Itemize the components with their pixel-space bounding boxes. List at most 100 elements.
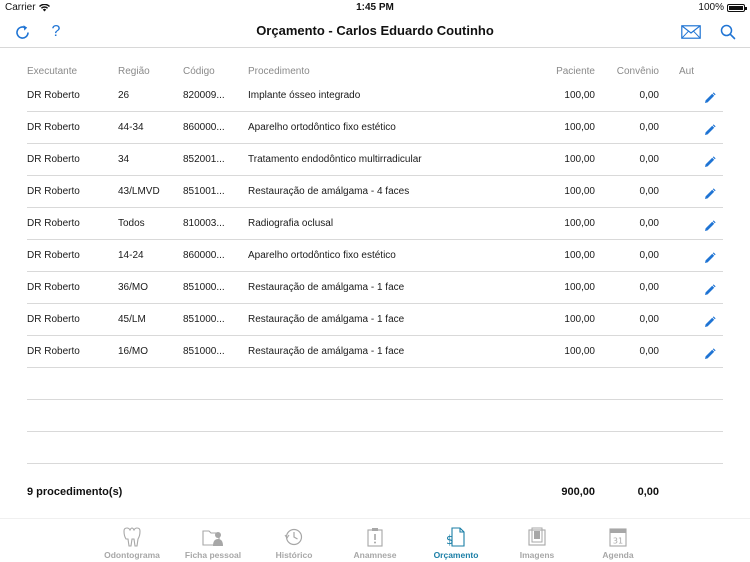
battery-fill: [729, 5, 743, 10]
pencil-icon: [705, 156, 716, 167]
tab-label: Ficha pessoal: [184, 550, 242, 560]
tab-anamnese[interactable]: Anamnese: [335, 519, 416, 562]
svg-text:$: $: [446, 533, 454, 547]
pencil-icon: [705, 124, 716, 135]
cell-executante: DR Roberto: [27, 154, 80, 165]
procedure-count: 9 procedimento(s): [27, 486, 123, 498]
tooth-icon: [123, 527, 141, 547]
email-button[interactable]: [680, 21, 702, 43]
tab-ficha-pessoal[interactable]: Ficha pessoal: [173, 519, 254, 562]
edit-button[interactable]: [704, 316, 716, 328]
cell-codigo: 851000...: [183, 282, 225, 293]
battery-icon: [727, 3, 747, 12]
tab-label: Imagens: [519, 550, 555, 560]
cell-executante: DR Roberto: [27, 122, 80, 133]
cell-convenio: 0,00: [639, 122, 659, 133]
cell-codigo: 810003...: [183, 218, 225, 229]
cell-paciente: 100,00: [564, 122, 595, 133]
cell-procedimento: Implante ósseo integrado: [248, 90, 361, 101]
cell-executante: DR Roberto: [27, 218, 80, 229]
cell-convenio: 0,00: [639, 218, 659, 229]
cell-convenio: 0,00: [639, 250, 659, 261]
cell-codigo: 860000...: [183, 250, 225, 261]
tab-label: Anamnese: [353, 550, 397, 560]
pencil-icon: [705, 188, 716, 199]
cell-executante: DR Roberto: [27, 314, 80, 325]
edit-button[interactable]: [704, 284, 716, 296]
calendar-day: 31: [613, 537, 623, 546]
cell-convenio: 0,00: [639, 346, 659, 357]
tab-label: Agenda: [602, 550, 634, 560]
header-codigo: Código: [183, 66, 215, 77]
table-row: DR Roberto 34 852001... Tratamento endodônt…: [27, 144, 723, 176]
clock: 1:45 PM: [356, 2, 394, 13]
battery-indicator: 100%: [698, 2, 747, 13]
envelope-icon: [681, 25, 701, 39]
edit-button[interactable]: [704, 252, 716, 264]
cell-codigo: 852001...: [183, 154, 225, 165]
cell-regiao: 44-34: [118, 122, 144, 133]
tab-agenda[interactable]: 31 Agenda: [578, 519, 659, 562]
cell-procedimento: Aparelho ortodôntico fixo estético: [248, 250, 396, 261]
cell-executante: DR Roberto: [27, 90, 80, 101]
edit-button[interactable]: [704, 156, 716, 168]
cell-codigo: 851000...: [183, 314, 225, 325]
cell-procedimento: Radiografia oclusal: [248, 218, 334, 229]
cell-codigo: 820009...: [183, 90, 225, 101]
cell-regiao: Todos: [118, 218, 145, 229]
cell-paciente: 100,00: [564, 218, 595, 229]
cell-convenio: 0,00: [639, 186, 659, 197]
edit-button[interactable]: [704, 124, 716, 136]
header-regiao: Região: [118, 66, 150, 77]
pencil-icon: [705, 92, 716, 103]
folder-person-icon: [202, 530, 223, 546]
cell-regiao: 16/MO: [118, 346, 149, 357]
budget-table: Executante Região Código Procedimento Pa…: [27, 48, 723, 464]
cell-convenio: 0,00: [639, 314, 659, 325]
tab-historico[interactable]: Histórico: [254, 519, 335, 562]
tab-bar: Odontograma Ficha pessoal Histórico Anam…: [0, 518, 750, 562]
cell-convenio: 0,00: [639, 282, 659, 293]
cell-procedimento: Restauração de amálgama - 1 face: [248, 346, 405, 357]
edit-button[interactable]: [704, 348, 716, 360]
header-aut: Aut: [679, 66, 695, 77]
empty-row: [27, 400, 723, 432]
header-executante: Executante: [27, 66, 78, 77]
cell-executante: DR Roberto: [27, 186, 80, 197]
cell-regiao: 45/LM: [118, 314, 146, 325]
edit-button[interactable]: [704, 188, 716, 200]
tab-orcamento[interactable]: $ Orçamento: [416, 519, 497, 562]
cell-paciente: 100,00: [564, 314, 595, 325]
cell-executante: DR Roberto: [27, 282, 80, 293]
cell-codigo: 860000...: [183, 122, 225, 133]
cell-paciente: 100,00: [564, 282, 595, 293]
table-row: DR Roberto 43/LMVD 851001... Restauração de…: [27, 176, 723, 208]
clipboard-icon: [367, 528, 383, 547]
cell-procedimento: Restauração de amálgama - 4 faces: [248, 186, 410, 197]
cell-executante: DR Roberto: [27, 346, 80, 357]
tab-odontograma[interactable]: Odontograma: [92, 519, 173, 562]
tab-imagens[interactable]: Imagens: [497, 519, 578, 562]
cell-procedimento: Aparelho ortodôntico fixo estético: [248, 122, 396, 133]
battery-percent: 100%: [698, 2, 724, 13]
cell-paciente: 100,00: [564, 250, 595, 261]
images-icon: [528, 527, 546, 546]
totals-row: 9 procedimento(s) 900,00 0,00: [27, 482, 723, 502]
search-button[interactable]: [717, 21, 739, 43]
table-body: DR Roberto 26 820009... Implante ósseo inte…: [27, 80, 723, 368]
edit-button[interactable]: [704, 92, 716, 104]
cell-regiao: 34: [118, 154, 130, 165]
cell-paciente: 100,00: [564, 154, 595, 165]
table-row: DR Roberto 26 820009... Implante ósseo inte…: [27, 80, 723, 112]
cell-executante: DR Roberto: [27, 250, 80, 261]
page-title: Orçamento - Carlos Eduardo Coutinho: [256, 23, 494, 38]
cell-paciente: 100,00: [564, 346, 595, 357]
total-convenio: 0,00: [637, 486, 659, 498]
empty-row: [27, 432, 723, 464]
edit-button[interactable]: [704, 220, 716, 232]
table-row: DR Roberto 36/MO 851000... Restauração de a…: [27, 272, 723, 304]
cell-convenio: 0,00: [639, 154, 659, 165]
tab-label: Odontograma: [104, 550, 160, 560]
header-procedimento: Procedimento: [248, 66, 310, 77]
header-paciente: Paciente: [556, 66, 595, 77]
